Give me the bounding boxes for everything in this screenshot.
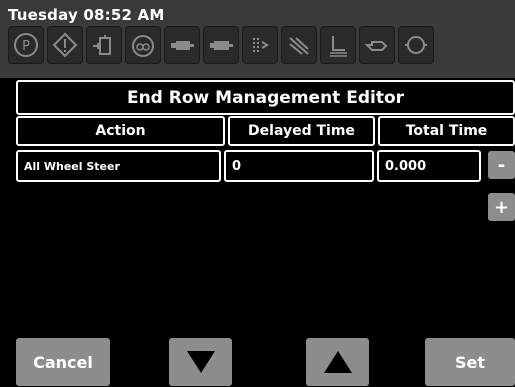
scroll-up-button[interactable] <box>306 338 369 386</box>
increase-button[interactable]: + <box>488 193 515 221</box>
column-header-total-time: Total Time <box>378 116 515 146</box>
clock: Tuesday 08:52 AM <box>8 6 165 24</box>
engine-icon <box>203 26 239 64</box>
ventilation-icon <box>281 26 317 64</box>
cancel-button[interactable]: Cancel <box>16 338 110 386</box>
arrow-up-icon <box>323 351 352 373</box>
row-total-time-field[interactable]: 0.000 <box>377 150 481 182</box>
coolant-icon <box>398 26 434 64</box>
hydraulic-icon <box>164 26 200 64</box>
fuel-icon <box>86 26 122 64</box>
arrow-down-icon <box>186 351 215 373</box>
oil-can-icon <box>359 26 395 64</box>
column-header-action: Action <box>16 116 225 146</box>
scroll-down-button[interactable] <box>169 338 232 386</box>
parking-brake-icon: P <box>8 26 44 64</box>
telltale-row: P <box>8 26 515 64</box>
row-delayed-time-field[interactable]: 0 <box>224 150 374 182</box>
seat-icon <box>320 26 356 64</box>
svg-text:P: P <box>22 39 30 54</box>
page-title: End Row Management Editor <box>16 80 515 115</box>
decrease-button[interactable]: - <box>488 151 515 179</box>
row-action-cell[interactable]: All Wheel Steer <box>16 150 221 182</box>
warning-icon <box>47 26 83 64</box>
spray-icon <box>242 26 278 64</box>
differential-lock-icon <box>125 26 161 64</box>
column-header-delayed-time: Delayed Time <box>228 116 375 146</box>
status-bar: Tuesday 08:52 AM P <box>0 0 515 78</box>
set-button[interactable]: Set <box>425 338 515 386</box>
